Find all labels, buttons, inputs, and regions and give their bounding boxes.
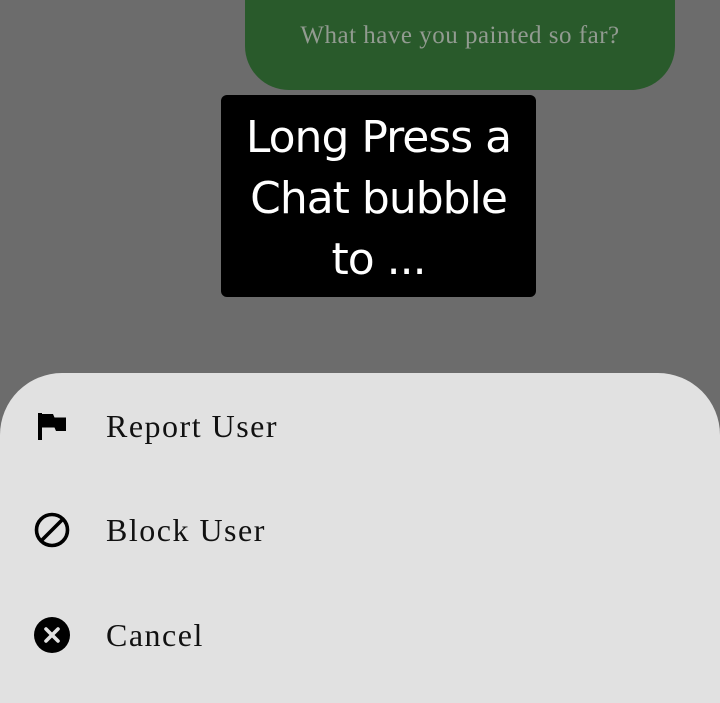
tooltip-line-3: to ...: [331, 234, 426, 285]
tutorial-tooltip: Long Press a Chat bubble to ...: [221, 95, 536, 297]
report-user-label: Report User: [106, 407, 279, 444]
cancel-label: Cancel: [106, 616, 204, 653]
tooltip-line-1: Long Press a: [245, 112, 512, 163]
cancel-icon: [33, 616, 71, 654]
report-user-option[interactable]: Report User: [0, 376, 720, 476]
cancel-option[interactable]: Cancel: [0, 585, 720, 685]
chat-bubble-text: What have you painted so far?: [300, 22, 620, 49]
block-user-option[interactable]: Block User: [0, 480, 720, 580]
flag-icon: [33, 407, 71, 445]
tooltip-line-2: Chat bubble: [250, 173, 508, 224]
action-bottom-sheet: Report User Block User Cancel: [0, 373, 720, 703]
block-icon: [33, 511, 71, 549]
chat-bubble[interactable]: What have you painted so far?: [245, 0, 675, 90]
block-user-label: Block User: [106, 511, 266, 548]
